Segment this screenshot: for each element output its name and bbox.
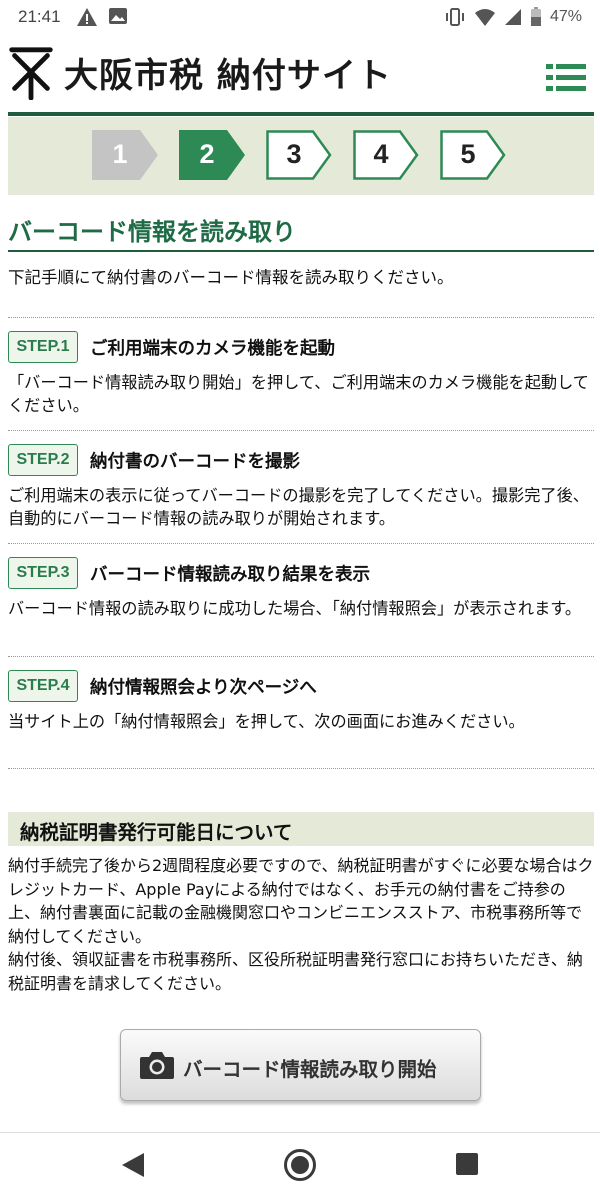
vibrate-icon <box>445 8 464 26</box>
instruction-step-3: STEP.3 バーコード情報読み取り結果を表示 バーコード情報の読み取りに成功し… <box>8 557 594 647</box>
step-badge: STEP.3 <box>8 557 78 589</box>
step-heading: バーコード情報読み取り結果を表示 <box>90 565 370 585</box>
menu-icon[interactable] <box>546 62 586 94</box>
instruction-step-4: STEP.4 納付情報照会より次ページへ 当サイト上の「納付情報照会」を押して、… <box>8 670 594 760</box>
step-2-current: 2 <box>179 130 247 180</box>
instruction-step-1: STEP.1 ご利用端末のカメラ機能を起動 「バーコード情報読み取り開始」を押し… <box>8 331 594 421</box>
status-time: 21:41 <box>18 7 61 26</box>
status-notification-icons <box>76 6 128 28</box>
section-paragraph-2: 納付後、領収証書を市税事務所、区役所税証明書発行窓口にお持ちいただき、納税証明書… <box>8 950 583 993</box>
site-header: 大阪市税 納付サイト <box>0 36 600 112</box>
step-indicator: 1 2 3 4 5 <box>8 117 594 195</box>
battery-percent: 47% <box>549 8 582 25</box>
start-barcode-scan-button[interactable]: バーコード情報読み取り開始 <box>120 1029 481 1101</box>
wifi-icon <box>474 9 495 26</box>
status-system-icons: 47% <box>444 6 582 28</box>
divider <box>8 430 594 431</box>
battery-icon <box>530 7 541 26</box>
step-description: ご利用端末の表示に従ってバーコードの撮影を完了してください。撮影完了後、自動的に… <box>8 486 589 528</box>
camera-icon <box>140 1052 174 1079</box>
site-title: 大阪市税 納付サイト <box>64 56 392 96</box>
step-3-number: 3 <box>286 139 302 169</box>
warning-icon <box>77 8 97 26</box>
step-badge: STEP.2 <box>8 444 78 476</box>
step-5-number: 5 <box>460 139 476 169</box>
step-badge: STEP.4 <box>8 670 78 702</box>
header-divider <box>8 112 594 116</box>
android-nav-bar <box>0 1132 600 1200</box>
section-heading: 納税証明書発行可能日について <box>8 812 594 846</box>
step-5: 5 <box>440 130 508 180</box>
instruction-step-2: STEP.2 納付書のバーコードを撮影 ご利用端末の表示に従ってバーコードの撮影… <box>8 444 594 534</box>
recents-icon[interactable] <box>455 1151 479 1177</box>
step-4: 4 <box>353 130 421 180</box>
step-heading: 納付情報照会より次ページへ <box>90 678 317 698</box>
step-1-number: 1 <box>112 139 128 169</box>
status-bar: 21:41 47% <box>0 0 600 36</box>
image-icon <box>109 8 127 24</box>
osaka-city-logo[interactable] <box>8 44 54 100</box>
section-title: 納税証明書発行可能日について <box>20 821 293 844</box>
step-description: バーコード情報の読み取りに成功した場合、「納付情報照会」が表示されます。 <box>8 599 582 618</box>
step-description: 当サイト上の「納付情報照会」を押して、次の画面にお進みください。 <box>8 712 525 731</box>
signal-icon <box>504 9 521 25</box>
divider <box>8 768 594 769</box>
divider <box>8 317 594 318</box>
start-button-label: バーコード情報読み取り開始 <box>183 1058 437 1081</box>
step-4-number: 4 <box>373 139 389 169</box>
divider <box>8 543 594 544</box>
step-1: 1 <box>92 130 160 180</box>
step-heading: ご利用端末のカメラ機能を起動 <box>90 339 335 359</box>
section-paragraph-1: 納付手続完了後から2週間程度必要ですので、納税証明書がすぐに必要な場合はクレジッ… <box>8 856 594 946</box>
step-heading: 納付書のバーコードを撮影 <box>90 452 300 472</box>
step-3: 3 <box>266 130 334 180</box>
intro-text: 下記手順にて納付書のバーコード情報を読み取りください。 <box>8 268 454 287</box>
page-title: バーコード情報を読み取り <box>8 218 296 246</box>
step-description: 「バーコード情報読み取り開始」を押して、ご利用端末のカメラ機能を起動してください… <box>8 373 589 415</box>
step-2-number: 2 <box>199 139 215 169</box>
home-icon[interactable] <box>283 1148 317 1182</box>
divider <box>8 656 594 657</box>
title-divider <box>8 250 594 252</box>
back-icon[interactable] <box>120 1151 146 1179</box>
section-body: 納付手続完了後から2週間程度必要ですので、納税証明書がすぐに必要な場合はクレジッ… <box>8 854 596 995</box>
step-badge: STEP.1 <box>8 331 78 363</box>
